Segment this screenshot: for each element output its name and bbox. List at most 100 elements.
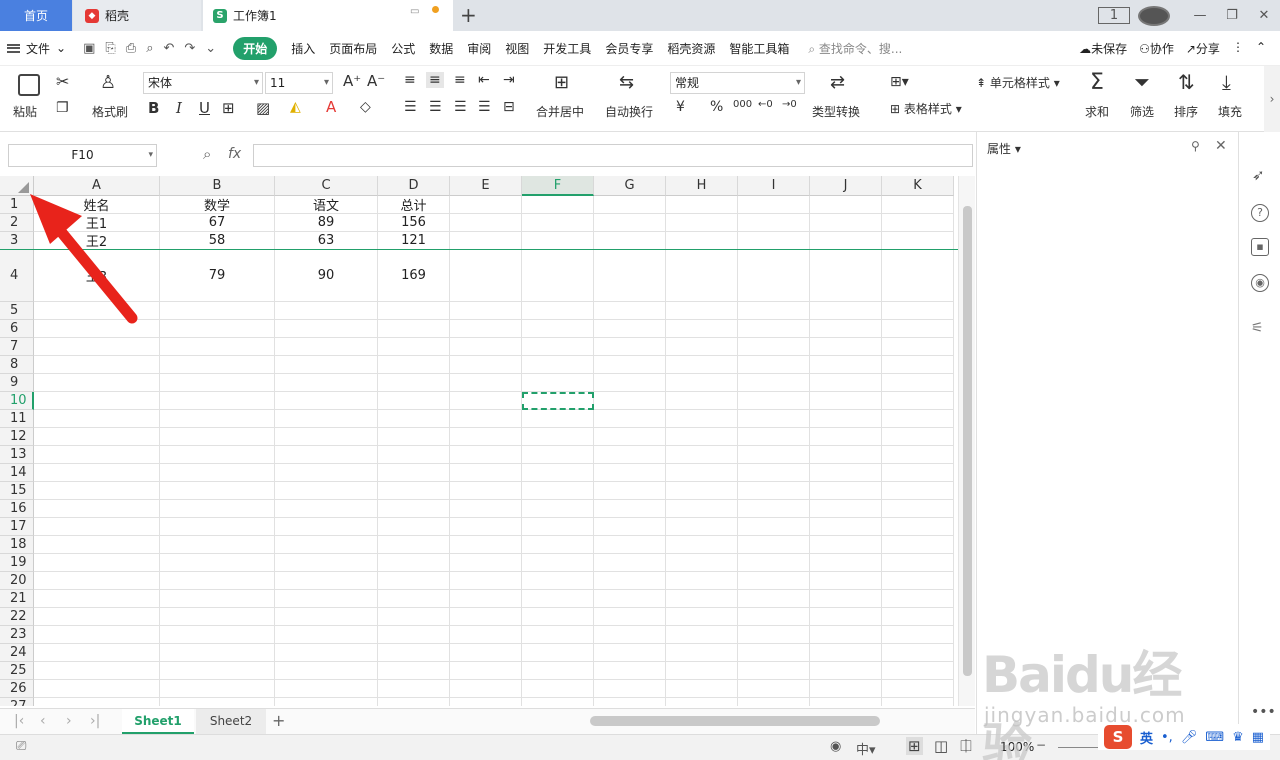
cell[interactable] — [34, 392, 160, 410]
cell[interactable] — [160, 464, 275, 482]
cell[interactable] — [666, 232, 738, 250]
sort-icon[interactable]: ⇅ — [1178, 70, 1195, 94]
monitor-icon[interactable]: ▭ — [410, 6, 419, 17]
cell[interactable] — [275, 356, 378, 374]
normal-view-icon[interactable]: ⊞ — [906, 737, 923, 755]
cell[interactable] — [378, 482, 450, 500]
cut-icon[interactable]: ✂ — [56, 72, 69, 91]
customize-icon[interactable]: ⌄ — [205, 41, 216, 56]
fx-icon[interactable]: fx — [228, 146, 241, 162]
cell[interactable] — [450, 338, 522, 356]
cell[interactable] — [810, 214, 882, 232]
cell[interactable] — [160, 536, 275, 554]
cell[interactable] — [160, 410, 275, 428]
cell[interactable] — [882, 338, 954, 356]
active-cell-selection[interactable] — [522, 392, 594, 410]
cell[interactable] — [450, 518, 522, 536]
cell[interactable] — [594, 662, 666, 680]
cell[interactable] — [738, 608, 810, 626]
cell[interactable] — [738, 374, 810, 392]
cell[interactable] — [738, 214, 810, 232]
cell[interactable] — [666, 680, 738, 698]
redo-icon[interactable]: ↷ — [184, 41, 195, 56]
cell[interactable] — [594, 410, 666, 428]
cell[interactable] — [450, 232, 522, 250]
cell[interactable] — [160, 482, 275, 500]
fill-icon[interactable]: ⤓ — [1222, 70, 1231, 94]
vertical-scroll-thumb[interactable] — [963, 206, 972, 676]
cell[interactable] — [378, 374, 450, 392]
sheet-tab-sheet2[interactable]: Sheet2 — [196, 709, 266, 734]
cell[interactable] — [810, 500, 882, 518]
cell[interactable] — [594, 214, 666, 232]
vertical-scrollbar[interactable] — [958, 176, 975, 706]
fill-button[interactable]: 填充 — [1218, 103, 1242, 120]
cell[interactable] — [450, 536, 522, 554]
cell[interactable] — [810, 356, 882, 374]
cell-c4[interactable]: 90 — [275, 250, 378, 302]
microphone-icon[interactable]: 🎤︎ — [1181, 730, 1198, 745]
file-menu[interactable]: 文件 ⌄ — [7, 40, 66, 57]
align-right-icon[interactable]: ☰ — [454, 99, 467, 115]
cell[interactable] — [738, 250, 810, 302]
cell[interactable] — [522, 446, 594, 464]
cell[interactable] — [738, 320, 810, 338]
column-header-c[interactable]: C — [275, 176, 378, 196]
row-header-17[interactable]: 17 — [0, 518, 34, 536]
bold-icon[interactable]: B — [148, 99, 159, 117]
row-header-19[interactable]: 19 — [0, 554, 34, 572]
cell[interactable] — [450, 196, 522, 214]
cell[interactable] — [275, 536, 378, 554]
undo-icon[interactable]: ↶ — [163, 41, 174, 56]
cell[interactable] — [522, 356, 594, 374]
cell[interactable] — [275, 320, 378, 338]
cell[interactable] — [160, 338, 275, 356]
cell[interactable] — [34, 338, 160, 356]
cell[interactable] — [275, 626, 378, 644]
sogou-logo-icon[interactable]: S — [1104, 725, 1132, 749]
account-badge[interactable]: 1 — [1098, 7, 1130, 24]
menu-item-review[interactable]: 审阅 — [467, 40, 491, 57]
cell[interactable] — [522, 302, 594, 320]
cell[interactable] — [378, 626, 450, 644]
cell[interactable] — [34, 356, 160, 374]
cell[interactable] — [275, 572, 378, 590]
cell[interactable] — [738, 410, 810, 428]
last-sheet-icon[interactable]: ›| — [90, 713, 100, 729]
eye-protect-icon[interactable]: ◉ — [830, 739, 841, 754]
cell[interactable] — [522, 196, 594, 214]
cell[interactable] — [34, 518, 160, 536]
cell[interactable] — [522, 320, 594, 338]
menu-item-docer-resources[interactable]: 稻壳资源 — [667, 40, 715, 57]
cell[interactable] — [594, 250, 666, 302]
prev-sheet-icon[interactable]: ‹ — [40, 713, 46, 729]
row-header-24[interactable]: 24 — [0, 644, 34, 662]
cell[interactable] — [810, 338, 882, 356]
cell[interactable] — [378, 410, 450, 428]
cell[interactable] — [594, 572, 666, 590]
cell[interactable] — [666, 518, 738, 536]
justify-icon[interactable]: ☰ — [478, 99, 491, 115]
thousands-button[interactable]: 000 — [733, 99, 752, 110]
column-header-i[interactable]: I — [738, 176, 810, 196]
cell[interactable] — [882, 590, 954, 608]
cell[interactable] — [378, 428, 450, 446]
cell[interactable] — [522, 232, 594, 250]
cell[interactable] — [275, 518, 378, 536]
menu-item-page-layout[interactable]: 页面布局 — [329, 40, 377, 57]
properties-title[interactable]: 属性 ▾ — [987, 140, 1021, 157]
row-header-18[interactable]: 18 — [0, 536, 34, 554]
cell[interactable] — [882, 320, 954, 338]
cell[interactable] — [882, 428, 954, 446]
cell[interactable] — [378, 608, 450, 626]
cell[interactable] — [275, 446, 378, 464]
copy-icon[interactable]: ❐ — [56, 100, 69, 116]
column-header-g[interactable]: G — [594, 176, 666, 196]
wrap-text-icon[interactable]: ⇆ — [619, 72, 634, 93]
cell[interactable] — [882, 680, 954, 698]
cell[interactable] — [160, 356, 275, 374]
column-header-h[interactable]: H — [666, 176, 738, 196]
cell[interactable] — [378, 500, 450, 518]
cell[interactable] — [522, 554, 594, 572]
outdent-icon[interactable]: ⇤ — [478, 72, 490, 88]
